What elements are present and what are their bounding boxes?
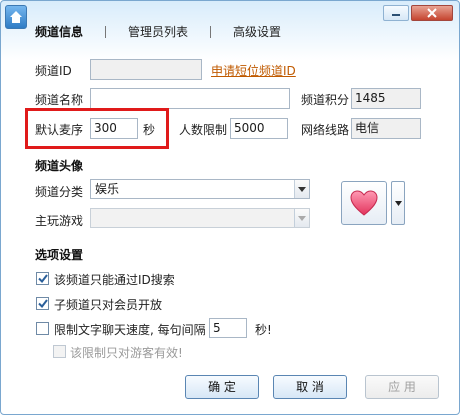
minimize-button[interactable] xyxy=(383,5,409,21)
options-section-title: 选项设置 xyxy=(35,248,84,262)
user-limit-label: 人数限制 xyxy=(179,123,228,137)
tab-advanced-settings[interactable]: 高级设置 xyxy=(233,23,281,40)
chevron-down-icon xyxy=(298,215,306,221)
tab-divider xyxy=(210,25,212,38)
minimize-icon xyxy=(392,14,400,16)
user-limit-input[interactable]: 5000 xyxy=(230,118,288,139)
category-value: 娱乐 xyxy=(95,182,120,196)
limit-chat-speed-checkbox[interactable] xyxy=(36,322,49,335)
category-select[interactable]: 娱乐 xyxy=(90,179,310,199)
network-label: 网络线路 xyxy=(301,123,350,137)
close-button[interactable] xyxy=(411,5,453,21)
channel-points-field: 1485 xyxy=(351,88,421,109)
ok-button[interactable]: 确 定 xyxy=(185,375,259,399)
members-only-label: 子频道只对会员开放 xyxy=(54,298,163,312)
search-by-id-label: 该频道只能通过ID搜索 xyxy=(54,273,175,287)
limit-chat-speed-label: 限制文字聊天速度, 每句间隔 xyxy=(54,323,206,337)
search-by-id-checkbox[interactable] xyxy=(36,272,49,285)
channel-name-input[interactable] xyxy=(90,88,290,109)
checkmark-icon xyxy=(37,274,48,283)
tab-bar: 频道信息 管理员列表 高级设置 xyxy=(35,23,281,40)
chat-interval-input[interactable]: 5 xyxy=(209,318,247,338)
chat-interval-unit: 秒! xyxy=(255,323,272,337)
main-game-dropdown-arrow xyxy=(294,209,309,227)
avatar-section-title: 频道头像 xyxy=(35,159,84,173)
default-mic-input[interactable]: 300 xyxy=(90,118,138,139)
cancel-button[interactable]: 取 消 xyxy=(273,375,347,399)
channel-name-label: 频道名称 xyxy=(35,93,84,107)
chevron-down-icon xyxy=(394,200,402,206)
close-icon xyxy=(427,8,437,18)
title-bar: 频道信息 管理员列表 高级设置 xyxy=(1,1,459,49)
main-game-label: 主玩游戏 xyxy=(35,214,84,228)
guest-only-checkbox xyxy=(53,345,66,358)
guest-only-label: 该限制只对游客有效! xyxy=(70,346,183,360)
chevron-down-icon xyxy=(298,186,306,192)
avatar-picker-dropdown[interactable] xyxy=(391,181,405,225)
category-label: 频道分类 xyxy=(35,185,84,199)
channel-id-label: 频道ID xyxy=(35,64,72,78)
tab-divider xyxy=(105,25,107,38)
checkmark-icon xyxy=(37,299,48,308)
default-mic-label: 默认麦序 xyxy=(35,123,84,137)
heart-icon xyxy=(350,190,378,216)
members-only-checkbox[interactable] xyxy=(36,297,49,310)
avatar-picker-button[interactable] xyxy=(341,181,387,225)
channel-id-field xyxy=(90,59,202,80)
tab-admin-list[interactable]: 管理员列表 xyxy=(128,23,188,40)
network-field: 电信 xyxy=(351,118,421,139)
tab-channel-info[interactable]: 频道信息 xyxy=(35,23,83,40)
main-game-select xyxy=(90,208,310,228)
apply-short-id-link[interactable]: 申请短位频道ID xyxy=(211,62,296,79)
channel-settings-window: 频道信息 管理员列表 高级设置 频道ID 申请短位频道ID 频道名称 频道积分 … xyxy=(0,0,460,415)
category-dropdown-arrow[interactable] xyxy=(294,180,309,198)
default-mic-unit: 秒 xyxy=(143,123,156,137)
apply-button: 应 用 xyxy=(365,375,439,399)
channel-points-label: 频道积分 xyxy=(301,93,350,107)
home-button[interactable] xyxy=(5,5,27,29)
home-icon xyxy=(10,11,22,23)
